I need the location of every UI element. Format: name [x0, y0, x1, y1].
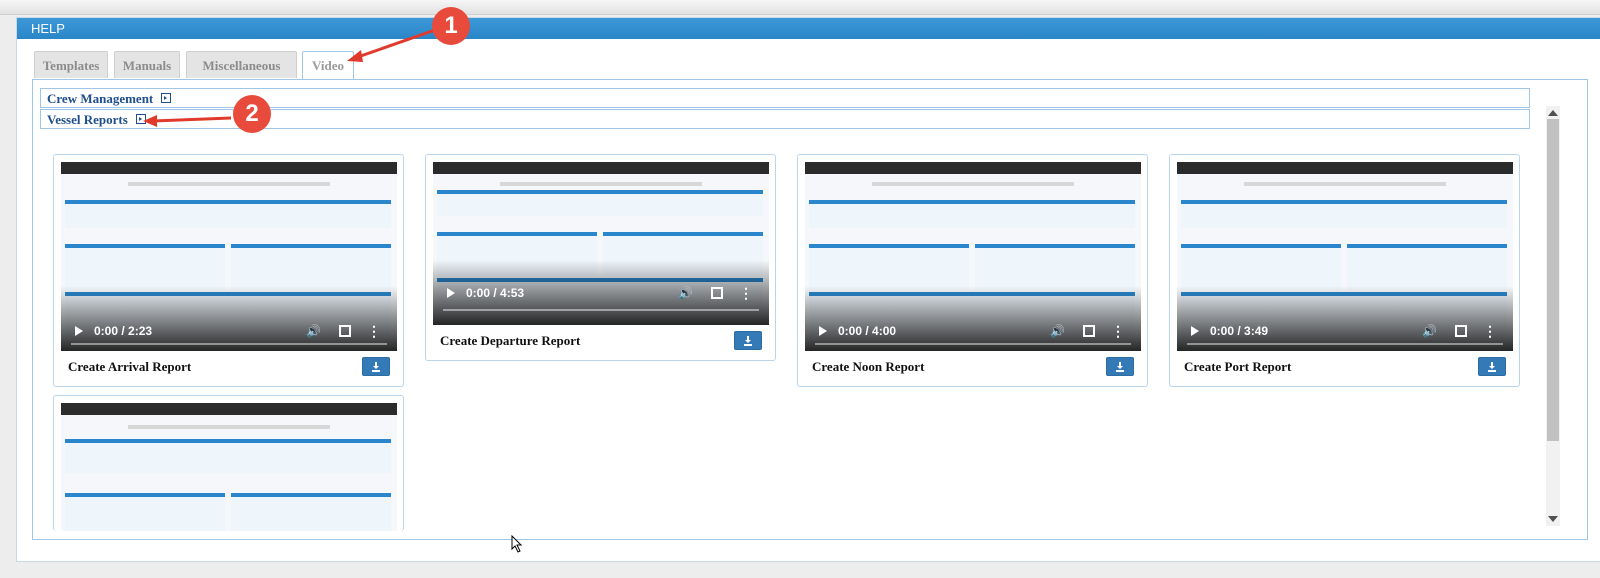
- arrow-head-1: [347, 50, 363, 62]
- annotation-arrow-1: [354, 28, 436, 60]
- mouse-cursor-icon: [511, 535, 523, 553]
- browser-top-strip: [0, 0, 1600, 15]
- annotation-arrow-2: [152, 116, 232, 123]
- arrow-head-2: [143, 115, 157, 127]
- annotation-badge-1: 1: [432, 7, 470, 45]
- annotation-badge-2: 2: [233, 95, 271, 133]
